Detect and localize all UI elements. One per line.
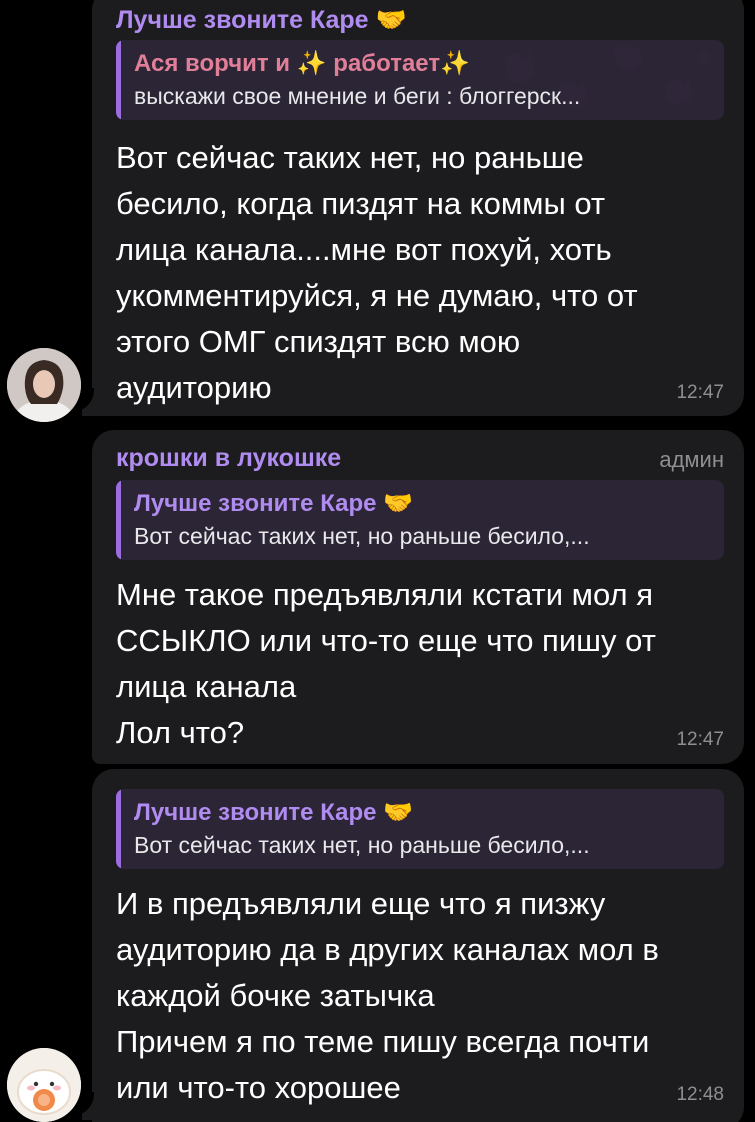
author-name[interactable]: крошки в лукошке — [116, 444, 341, 473]
message-bubble[interactable]: крошки в лукошке админ Лучше звоните Кар… — [92, 430, 744, 764]
reply-title-text: Лучше звоните Каре — [134, 799, 377, 826]
message-bubble[interactable]: Лучше звоните Каре 🤝 Вот сейчас таких не… — [92, 769, 744, 1122]
reply-quote[interactable]: Лучше звоните Каре 🤝 Вот сейчас таких не… — [116, 480, 724, 560]
user-photo-icon — [7, 348, 81, 422]
message-text: И в предъявляли еще что я пизжу аудитори… — [116, 886, 659, 1105]
reply-title-text: Лучше звоните Каре — [134, 490, 377, 517]
avatar[interactable] — [7, 348, 81, 422]
reply-title-part1: Ася ворчит и — [134, 50, 291, 77]
handshake-icon: 🤝 — [375, 6, 407, 34]
reply-text: Вот сейчас таких нет, но раньше бесило,.… — [134, 523, 590, 549]
reply-text: Вот сейчас таких нет, но раньше бесило,.… — [134, 832, 590, 858]
reply-title: Лучше звоните Каре 🤝 — [134, 798, 413, 827]
bubble-tail — [70, 1092, 100, 1120]
reply-title: Ася ворчит и ✨ работает✨ — [134, 49, 470, 78]
reply-text: выскажи свое мнение и беги : блоггерск..… — [134, 83, 581, 109]
avatar[interactable] — [7, 1048, 81, 1122]
handshake-icon: 🤝 — [383, 799, 414, 826]
chat-view[interactable]: Лучше звоните Каре 🤝 Ася ворчит и ✨ рабо… — [0, 0, 755, 1122]
message-time: 12:47 — [676, 382, 724, 403]
message-text: Мне такое предъявляли кстати мол я ССЫКЛ… — [116, 577, 656, 750]
handshake-icon: 🤝 — [383, 490, 414, 517]
reply-quote[interactable]: Лучше звоните Каре 🤝 Вот сейчас таких не… — [116, 789, 724, 869]
author-name[interactable]: Лучше звоните Каре — [116, 6, 369, 34]
bun-character-icon — [7, 1048, 81, 1122]
message-time: 12:48 — [676, 1084, 724, 1105]
message-time: 12:47 — [676, 729, 724, 750]
sparkle-icon: ✨ — [296, 50, 327, 77]
message-author[interactable]: Лучше звоните Каре 🤝 — [116, 6, 407, 35]
admin-badge: админ — [659, 447, 724, 472]
sparkle-icon: ✨ — [440, 50, 470, 77]
reply-title: Лучше звоните Каре 🤝 — [134, 489, 413, 518]
reply-quote[interactable]: Ася ворчит и ✨ работает✨ выскажи свое мн… — [116, 40, 724, 120]
message-text: Вот сейчас таких нет, но раньше бесило, … — [116, 140, 638, 405]
bubble-tail — [70, 388, 100, 416]
message-bubble[interactable]: Лучше звоните Каре 🤝 Ася ворчит и ✨ рабо… — [92, 0, 744, 416]
reply-title-part2: работает — [333, 50, 441, 77]
